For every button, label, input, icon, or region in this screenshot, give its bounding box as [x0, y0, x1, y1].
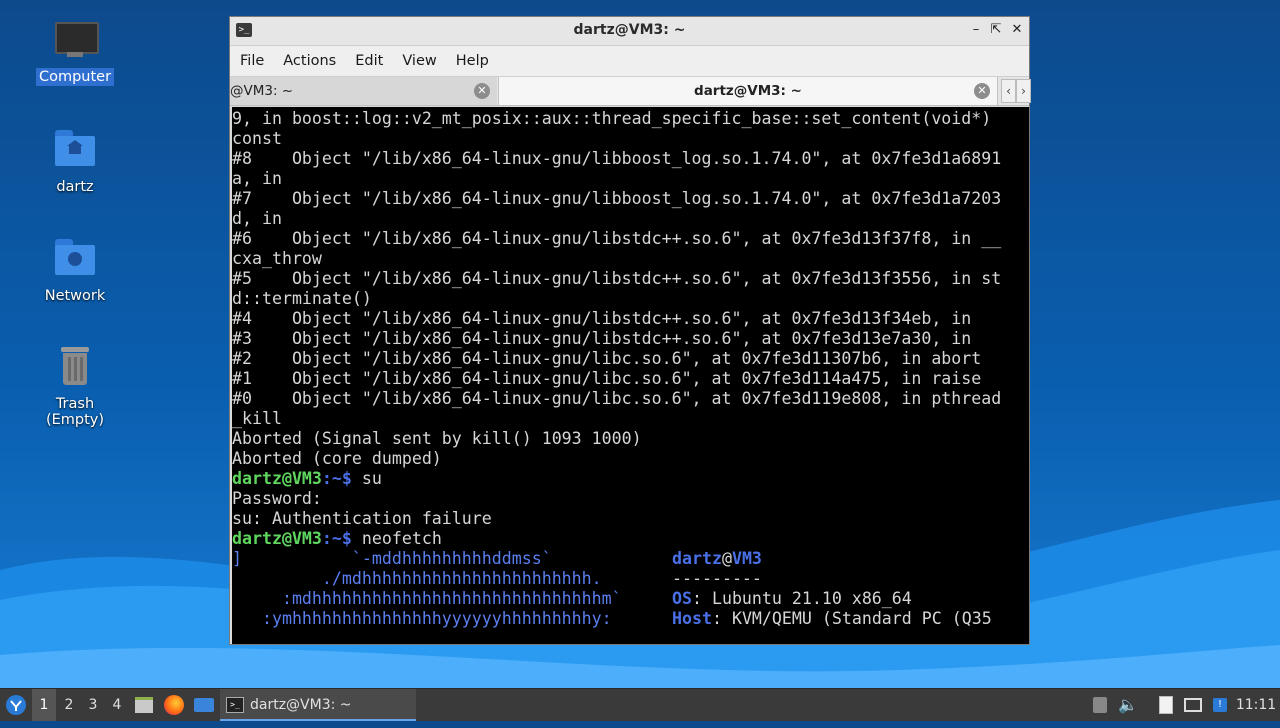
prompt-path: :~$: [321, 469, 362, 488]
desktop-launcher-icon[interactable]: [192, 689, 216, 721]
neofetch-host: VM3: [731, 549, 762, 568]
neofetch-separator: ---------: [672, 569, 762, 588]
desktop-icon-label: Network: [44, 288, 106, 304]
menu-actions[interactable]: Actions: [275, 53, 344, 69]
menu-bar: File Actions Edit View Help: [230, 46, 1029, 76]
neofetch-art-line: ./mdhhhhhhhhhhhhhhhhhhhhhhh.: [232, 569, 602, 588]
tab-terminal-1[interactable]: @VM3: ~ ✕: [230, 77, 497, 105]
terminal-output[interactable]: 9, in boost::log::v2_mt_posix::aux::thre…: [232, 107, 1029, 644]
tab-scroll-right-icon[interactable]: ›: [1016, 79, 1031, 103]
prompt-path: :~$: [321, 529, 362, 548]
tab-label: @VM3: ~: [230, 83, 294, 99]
tab-label: dartz@VM3: ~: [694, 83, 802, 99]
update-notification-icon[interactable]: !: [1210, 689, 1230, 721]
workspace-2[interactable]: 2: [57, 689, 81, 721]
taskbar-window-terminal[interactable]: >_ dartz@VM3: ~: [220, 689, 416, 721]
desktop-icon-home-folder[interactable]: dartz: [25, 128, 125, 196]
start-menu-button[interactable]: [4, 689, 28, 721]
terminal-window[interactable]: >_ dartz@VM3: ~ – ⇱ ✕ File Actions Edit …: [229, 16, 1031, 645]
terminal-line: #2 Object "/lib/x86_64-linux-gnu/libc.so…: [232, 349, 982, 368]
prompt-user: dartz@VM3: [232, 529, 322, 548]
tray-arrow-icon[interactable]: [1090, 689, 1110, 721]
file-manager-launcher-icon[interactable]: [133, 689, 155, 721]
desktop-icon-computer[interactable]: Computer: [25, 18, 125, 86]
taskbar-window-label: dartz@VM3: ~: [250, 697, 352, 713]
neofetch-art-line: ] `-mddhhhhhhhhhddmss`: [232, 549, 552, 568]
terminal-icon: >_: [226, 697, 244, 713]
terminal-line: 9, in boost::log::v2_mt_posix::aux::thre…: [232, 109, 992, 128]
clipboard-icon[interactable]: [1155, 689, 1177, 721]
menu-help[interactable]: Help: [448, 53, 497, 69]
terminal-line: const: [232, 129, 282, 148]
desktop-icon-label: dartz: [56, 179, 94, 195]
terminal-line: a, in: [232, 169, 282, 188]
command-text: neofetch: [361, 529, 442, 548]
neofetch-art-line: :ymhhhhhhhhhhhhhhhyyyyyyhhhhhhhhhy:: [232, 609, 612, 628]
terminal-line: d::terminate(): [232, 289, 372, 308]
tab-bar: @VM3: ~ ✕ dartz@VM3: ~ ✕ ‹ ›: [230, 76, 1031, 106]
desktop-icon-label: Trash (Empty): [45, 396, 105, 428]
neofetch-user: dartz: [672, 549, 722, 568]
lubuntu-logo-icon: [6, 695, 26, 715]
workspace-1[interactable]: 1: [32, 689, 56, 721]
workspace-4[interactable]: 4: [105, 689, 129, 721]
volume-icon[interactable]: 🔈: [1118, 689, 1138, 721]
prompt-line: dartz@VM3:~$ neofetch: [232, 529, 442, 549]
terminal-line: #8 Object "/lib/x86_64-linux-gnu/libboos…: [232, 149, 1002, 168]
terminal-line: #7 Object "/lib/x86_64-linux-gnu/libboos…: [232, 189, 1002, 208]
desktop-icon-label: Computer: [35, 68, 115, 86]
terminal-line: #1 Object "/lib/x86_64-linux-gnu/libc.so…: [232, 369, 982, 388]
terminal-line: _kill: [232, 409, 282, 428]
restore-button[interactable]: ⇱: [987, 21, 1005, 39]
tab-close-icon[interactable]: ✕: [974, 83, 990, 99]
terminal-line: #0 Object "/lib/x86_64-linux-gnu/libc.so…: [232, 389, 1002, 408]
network-icon[interactable]: [1182, 689, 1204, 721]
neofetch-os: OS: Lubuntu 21.10 x86_64: [672, 589, 912, 609]
clock[interactable]: 11:11: [1234, 689, 1278, 721]
neofetch-host-key: Host: [672, 609, 712, 628]
close-button[interactable]: ✕: [1008, 21, 1026, 39]
terminal-line: Aborted (core dumped): [232, 449, 442, 468]
desktop-icon-trash[interactable]: Trash (Empty): [25, 345, 125, 429]
terminal-line: #6 Object "/lib/x86_64-linux-gnu/libstdc…: [232, 229, 1002, 248]
minimize-button[interactable]: –: [967, 21, 985, 39]
menu-view[interactable]: View: [394, 53, 444, 69]
tab-close-icon[interactable]: ✕: [474, 83, 490, 99]
terminal-line: cxa_throw: [232, 249, 322, 268]
workspace-3[interactable]: 3: [81, 689, 105, 721]
terminal-line: Password:: [232, 489, 322, 508]
terminal-line: Aborted (Signal sent by kill() 1093 1000…: [232, 429, 642, 448]
neofetch-host-info: Host: KVM/QEMU (Standard PC (Q35: [672, 609, 992, 629]
terminal-line: d, in: [232, 209, 282, 228]
tab-scroll-left-icon[interactable]: ‹: [1001, 79, 1016, 103]
neofetch-art-line: :mdhhhhhhhhhhhhhhhhhhhhhhhhhhhhhm`: [232, 589, 622, 608]
neofetch-userhost: dartz@VM3: [672, 549, 762, 569]
terminal-line: #5 Object "/lib/x86_64-linux-gnu/libstdc…: [232, 269, 1002, 288]
desktop-icon-network[interactable]: Network: [25, 237, 125, 305]
terminal-line: #3 Object "/lib/x86_64-linux-gnu/libstdc…: [232, 329, 972, 348]
prompt-line: dartz@VM3:~$ su: [232, 469, 382, 489]
neofetch-os-value: : Lubuntu 21.10 x86_64: [691, 589, 912, 608]
network-folder-icon: [53, 237, 97, 281]
trash-icon: [53, 345, 97, 389]
window-title: dartz@VM3: ~: [573, 22, 686, 38]
window-titlebar[interactable]: >_ dartz@VM3: ~ – ⇱ ✕: [230, 17, 1029, 46]
menu-edit[interactable]: Edit: [347, 53, 391, 69]
tab-terminal-2[interactable]: dartz@VM3: ~ ✕: [498, 77, 998, 105]
firefox-launcher-icon[interactable]: [162, 689, 186, 721]
taskbar: 1 2 3 4 >_ dartz@VM3: ~ 🔈 ! 11:11: [0, 688, 1280, 721]
prompt-user: dartz@VM3: [232, 469, 322, 488]
terminal-line: su: Authentication failure: [232, 509, 492, 528]
neofetch-at: @: [721, 549, 732, 568]
home-folder-icon: [53, 128, 97, 172]
command-text: su: [361, 469, 382, 488]
neofetch-os-key: OS: [672, 589, 692, 608]
computer-icon: [53, 18, 99, 62]
terminal-line: #4 Object "/lib/x86_64-linux-gnu/libstdc…: [232, 309, 972, 328]
neofetch-host-value: : KVM/QEMU (Standard PC (Q35: [711, 609, 992, 628]
menu-file[interactable]: File: [232, 53, 272, 69]
